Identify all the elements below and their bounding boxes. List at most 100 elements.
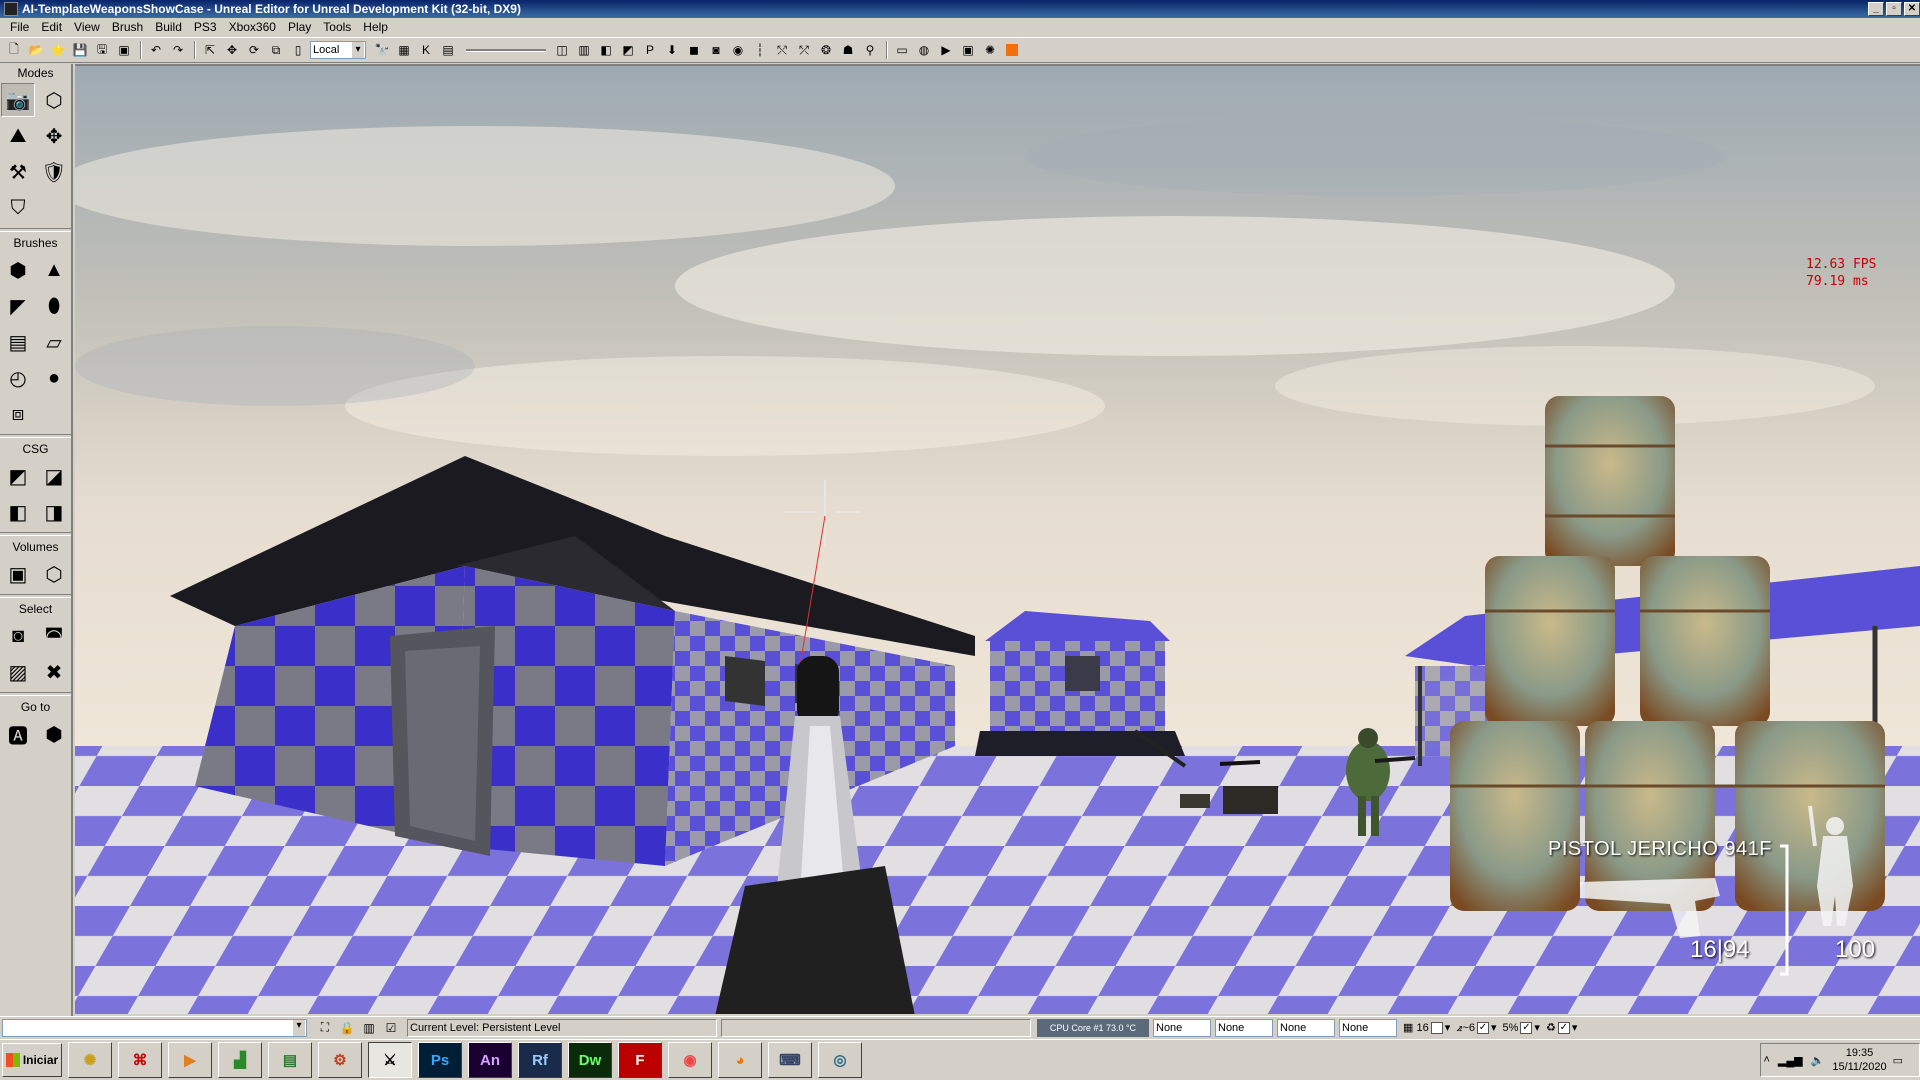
build-all-icon[interactable]: P [640, 40, 660, 60]
save-icon[interactable]: 💾 [70, 40, 90, 60]
rotation-snap-checkbox[interactable]: ✓ [1476, 1021, 1489, 1034]
texture-align-icon[interactable]: ⚒ [1, 155, 35, 189]
drag-field-1[interactable]: None [1153, 1018, 1211, 1037]
menu-edit[interactable]: Edit [35, 18, 68, 36]
grid-snap-control[interactable]: ▦ 16 ▾ [1403, 1019, 1450, 1037]
taskbar-app-reflector[interactable]: Rf [518, 1042, 562, 1078]
open-folder-icon[interactable]: 📂 [26, 40, 46, 60]
drag-field-4[interactable]: None [1339, 1018, 1397, 1037]
select-pointer-icon[interactable]: ⇱ [200, 40, 220, 60]
taskbar-app-spreadsheet[interactable]: ▤ [268, 1042, 312, 1078]
terrain-mode-icon[interactable]: ⛰ [1, 119, 35, 153]
goto-actor-icon[interactable]: 🅰 [1, 717, 35, 751]
launch-icon[interactable]: ✺ [980, 40, 1000, 60]
coordinate-system-select[interactable]: Local [310, 41, 366, 59]
curved-stair-icon[interactable]: ◤ [1, 289, 35, 323]
realtime-view-icon[interactable]: ◫ [552, 40, 572, 60]
rotate-icon[interactable]: ⟳ [244, 40, 264, 60]
menu-help[interactable]: Help [357, 18, 394, 36]
show-desktop-icon[interactable]: ▭ [1893, 1054, 1903, 1067]
path-icon[interactable]: ⤲ [772, 40, 792, 60]
autosave-checkbox[interactable]: ✓ [1557, 1021, 1570, 1034]
static-mesh-mode-icon[interactable]: ⛉ [1, 191, 35, 225]
redo-icon[interactable]: ↷ [168, 40, 188, 60]
lock-icon[interactable]: 🔒 [337, 1019, 357, 1037]
maximize-button[interactable]: ▫ [1886, 2, 1902, 16]
scale-icon[interactable]: ⧉ [266, 40, 286, 60]
add-volume-icon[interactable]: ▣ [1, 557, 35, 591]
spiral-stair-icon[interactable]: ◴ [1, 361, 35, 395]
taskbar-app-settings[interactable]: ✺ [68, 1042, 112, 1078]
find-binoculars-icon[interactable]: 🔭 [372, 40, 392, 60]
play-in-editor-icon[interactable]: ◼ [684, 40, 704, 60]
menu-tools[interactable]: Tools [317, 18, 357, 36]
start-button[interactable]: Iniciar [2, 1043, 62, 1077]
volumetric-brush-icon[interactable]: ⧈ [1, 397, 35, 431]
sheet-brush-icon[interactable]: ▱ [37, 325, 71, 359]
autosave-control[interactable]: ♻ ✓ ▾ [1546, 1019, 1577, 1037]
show-all-icon[interactable]: ✖ [37, 655, 71, 689]
csg-deintersect-icon[interactable]: ◨ [37, 495, 71, 529]
close-button[interactable]: ✕ [1904, 2, 1920, 16]
console-icon[interactable]: ◉ [728, 40, 748, 60]
mesh-paint-icon[interactable]: 🛡 [37, 155, 71, 189]
cube-brush-icon[interactable]: ⬢ [1, 253, 35, 287]
csg-subtract-icon[interactable]: ◪ [37, 459, 71, 493]
stop-icon[interactable] [1002, 40, 1022, 60]
csg-intersect-icon[interactable]: ◧ [1, 495, 35, 529]
taskbar-app-unreal[interactable]: ⚔ [368, 1042, 412, 1078]
minimize-button[interactable]: _ [1868, 2, 1884, 16]
drag-field-3[interactable]: None [1277, 1018, 1335, 1037]
actor-icon[interactable]: ☗ [838, 40, 858, 60]
hide-selected-icon[interactable]: ◚ [37, 619, 71, 653]
perspective-viewport[interactable]: 12.63 FPS 79.19 ms PISTOL JERICHO 941F 1… [75, 64, 1920, 1014]
show-selected-icon[interactable]: ◙ [1, 619, 35, 653]
taskbar-app-photoshop[interactable]: Ps [418, 1042, 462, 1078]
taskbar-app-chrome[interactable]: ◉ [668, 1042, 712, 1078]
taskbar-app-firefox[interactable]: ◕ [718, 1042, 762, 1078]
menu-build[interactable]: Build [149, 18, 188, 36]
scale-snap-control[interactable]: 5% ✓ ▾ [1503, 1019, 1540, 1037]
check-level-icon[interactable]: ☑ [381, 1019, 401, 1037]
csg-add-icon[interactable]: ◩ [1, 459, 35, 493]
move-mode-icon[interactable]: ✥ [37, 119, 71, 153]
camera-mode-icon[interactable]: 📷 [1, 83, 35, 117]
cylinder-brush-icon[interactable]: ⬮ [37, 289, 71, 323]
menu-view[interactable]: View [68, 18, 106, 36]
command-combo[interactable] [2, 1018, 307, 1037]
matinee-icon[interactable]: ▦ [394, 40, 414, 60]
build-paths-icon[interactable]: ◩ [618, 40, 638, 60]
taskbar-app-acrobat[interactable]: ⌘ [118, 1042, 162, 1078]
drag-field-2[interactable]: None [1215, 1018, 1273, 1037]
level-icon[interactable]: ⛶ [315, 1019, 335, 1037]
build-lighting-icon[interactable]: ◧ [596, 40, 616, 60]
grid-icon[interactable]: ▥ [359, 1019, 379, 1037]
show-hidden-icons-icon[interactable]: ˄ [1763, 1054, 1769, 1066]
sphere-brush-icon[interactable]: ● [37, 361, 71, 395]
favorites-icon[interactable]: ⭐ [48, 40, 68, 60]
save-level-icon[interactable]: ▣ [114, 40, 134, 60]
cover-icon[interactable]: ❂ [816, 40, 836, 60]
taskbar-app-tools[interactable]: ⚙ [318, 1042, 362, 1078]
linear-stair-icon[interactable]: ▤ [1, 325, 35, 359]
network-signal-icon[interactable]: ▂▄▆ [1778, 1054, 1803, 1067]
search-actor-icon[interactable]: ⚲ [860, 40, 880, 60]
globe-icon[interactable]: ◍ [914, 40, 934, 60]
splines-icon[interactable]: ⤱ [794, 40, 814, 60]
taskbar-app-network[interactable]: ⌨ [768, 1042, 812, 1078]
grid-snap-checkbox[interactable] [1430, 1021, 1443, 1034]
system-clock[interactable]: 19:35 15/11/2020 [1832, 1046, 1886, 1074]
play-on-pc-icon[interactable]: ◙ [706, 40, 726, 60]
taskbar-app-chart[interactable]: ▟ [218, 1042, 262, 1078]
undo-icon[interactable]: ↶ [146, 40, 166, 60]
taskbar-app-media[interactable]: ▶ [168, 1042, 212, 1078]
kismet-icon[interactable]: K [416, 40, 436, 60]
geometry-mode-icon[interactable]: ⬡ [37, 83, 71, 117]
volume-icon[interactable]: 🔈 [1811, 1054, 1825, 1067]
menu-file[interactable]: File [4, 18, 35, 36]
taskbar-app-filezilla[interactable]: F [618, 1042, 662, 1078]
play-level-icon[interactable]: ▶ [936, 40, 956, 60]
menu-play[interactable]: Play [282, 18, 317, 36]
translate-icon[interactable]: ✥ [222, 40, 242, 60]
menu-brush[interactable]: Brush [106, 18, 149, 36]
